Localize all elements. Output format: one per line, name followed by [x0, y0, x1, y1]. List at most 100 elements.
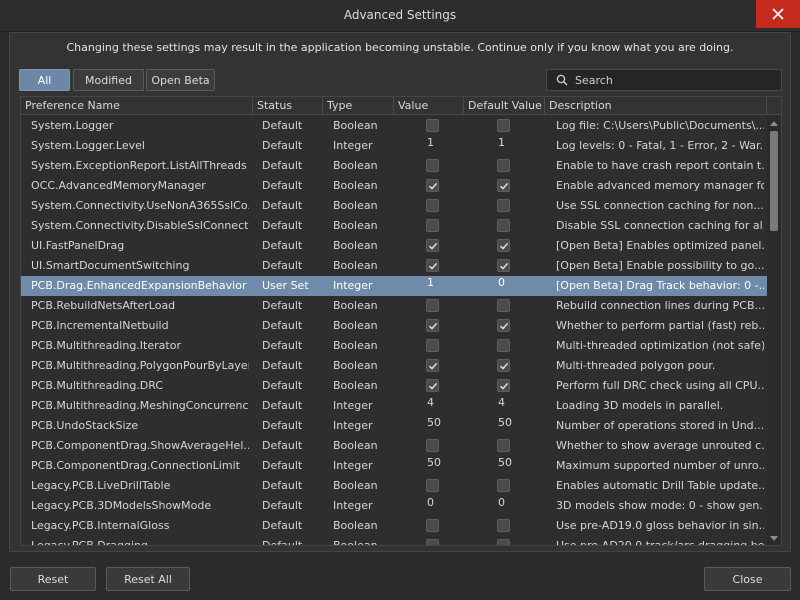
table-row[interactable]: PCB.Multithreading.Iterator Default Boolea…: [21, 336, 767, 356]
checkbox[interactable]: [497, 539, 510, 545]
filter-all-button[interactable]: All: [19, 69, 70, 91]
value-text[interactable]: 1: [498, 136, 505, 153]
value-cell[interactable]: [407, 116, 467, 136]
table-row[interactable]: System.Connectivity.DisableSslConnecti..…: [21, 216, 767, 236]
value-cell[interactable]: [407, 336, 467, 356]
column-header-description[interactable]: Description: [545, 97, 767, 115]
table-row[interactable]: PCB.Drag.EnhancedExpansionBehavior User S…: [21, 276, 767, 296]
default-value-cell[interactable]: 0: [478, 496, 538, 516]
table-row[interactable]: Legacy.PCB.LiveDrillTable Default Boolean E…: [21, 476, 767, 496]
value-text[interactable]: 0: [427, 496, 434, 513]
column-header-preference-name[interactable]: Preference Name: [21, 97, 253, 115]
value-cell[interactable]: [407, 476, 467, 496]
column-header-default-value[interactable]: Default Value: [464, 97, 545, 115]
search-input[interactable]: [575, 73, 775, 87]
value-text[interactable]: 50: [498, 456, 512, 473]
value-cell[interactable]: 50: [407, 416, 467, 436]
column-header-status[interactable]: Status: [253, 97, 323, 115]
table-row[interactable]: UI.FastPanelDrag Default Boolean [Open Beta…: [21, 236, 767, 256]
value-cell[interactable]: [407, 236, 467, 256]
checkbox[interactable]: [426, 259, 439, 272]
checkbox[interactable]: [426, 199, 439, 212]
checkbox[interactable]: [497, 199, 510, 212]
checkbox[interactable]: [497, 379, 510, 392]
checkbox[interactable]: [497, 159, 510, 172]
table-row[interactable]: System.Logger Default Boolean Log file: C:\…: [21, 116, 767, 136]
default-value-cell[interactable]: [478, 156, 538, 176]
checkbox[interactable]: [426, 159, 439, 172]
default-value-cell[interactable]: 50: [478, 456, 538, 476]
checkbox[interactable]: [426, 479, 439, 492]
value-cell[interactable]: [407, 176, 467, 196]
checkbox[interactable]: [497, 219, 510, 232]
checkbox[interactable]: [497, 359, 510, 372]
default-value-cell[interactable]: [478, 236, 538, 256]
checkbox[interactable]: [497, 519, 510, 532]
table-row[interactable]: PCB.ComponentDrag.ShowAverageHel... Defau…: [21, 436, 767, 456]
checkbox[interactable]: [497, 239, 510, 252]
checkbox[interactable]: [426, 179, 439, 192]
table-row[interactable]: UI.SmartDocumentSwitching Default Boolean […: [21, 256, 767, 276]
close-button[interactable]: Close: [704, 567, 791, 591]
default-value-cell[interactable]: [478, 116, 538, 136]
value-cell[interactable]: 1: [407, 276, 467, 296]
default-value-cell[interactable]: [478, 356, 538, 376]
value-text[interactable]: 4: [498, 396, 505, 413]
default-value-cell[interactable]: [478, 376, 538, 396]
value-cell[interactable]: [407, 516, 467, 536]
checkbox[interactable]: [426, 359, 439, 372]
table-row[interactable]: System.ExceptionReport.ListAllThreads Def…: [21, 156, 767, 176]
column-header-type[interactable]: Type: [323, 97, 394, 115]
vertical-scrollbar[interactable]: [767, 116, 781, 545]
checkbox[interactable]: [426, 339, 439, 352]
value-cell[interactable]: 0: [407, 496, 467, 516]
scrollbar-thumb[interactable]: [770, 131, 778, 231]
checkbox[interactable]: [497, 179, 510, 192]
value-cell[interactable]: [407, 436, 467, 456]
column-header-value[interactable]: Value: [394, 97, 464, 115]
value-text[interactable]: 4: [427, 396, 434, 413]
value-text[interactable]: 1: [427, 136, 434, 153]
checkbox[interactable]: [426, 379, 439, 392]
value-text[interactable]: 0: [498, 276, 505, 293]
scroll-up-icon[interactable]: [767, 116, 781, 130]
value-cell[interactable]: [407, 316, 467, 336]
checkbox[interactable]: [426, 319, 439, 332]
default-value-cell[interactable]: [478, 176, 538, 196]
value-cell[interactable]: [407, 296, 467, 316]
checkbox[interactable]: [426, 439, 439, 452]
checkbox[interactable]: [426, 239, 439, 252]
default-value-cell[interactable]: [478, 336, 538, 356]
checkbox[interactable]: [497, 119, 510, 132]
value-text[interactable]: 0: [498, 496, 505, 513]
search-box[interactable]: [546, 69, 782, 91]
default-value-cell[interactable]: [478, 316, 538, 336]
default-value-cell[interactable]: [478, 216, 538, 236]
value-cell[interactable]: [407, 376, 467, 396]
table-row[interactable]: OCC.AdvancedMemoryManager Default Boolean E…: [21, 176, 767, 196]
close-icon[interactable]: [756, 0, 800, 28]
checkbox[interactable]: [497, 479, 510, 492]
value-text[interactable]: 50: [427, 416, 441, 433]
filter-open-beta-button[interactable]: Open Beta: [146, 69, 215, 91]
filter-modified-button[interactable]: Modified: [73, 69, 144, 91]
table-row[interactable]: Legacy.PCB.InternalGloss Default Boolean Us…: [21, 516, 767, 536]
value-cell[interactable]: [407, 216, 467, 236]
default-value-cell[interactable]: [478, 516, 538, 536]
table-row[interactable]: PCB.UndoStackSize Default Integer 50 50 Numbe…: [21, 416, 767, 436]
table-row[interactable]: PCB.ComponentDrag.ConnectionLimit Default…: [21, 456, 767, 476]
table-row[interactable]: PCB.RebuildNetsAfterLoad Default Boolean Re…: [21, 296, 767, 316]
value-text[interactable]: 50: [498, 416, 512, 433]
default-value-cell[interactable]: 50: [478, 416, 538, 436]
checkbox[interactable]: [426, 219, 439, 232]
checkbox[interactable]: [497, 339, 510, 352]
checkbox[interactable]: [426, 539, 439, 545]
table-row[interactable]: System.Connectivity.UseNonA365SslCo... De…: [21, 196, 767, 216]
checkbox[interactable]: [426, 299, 439, 312]
default-value-cell[interactable]: [478, 476, 538, 496]
table-row[interactable]: PCB.Multithreading.MeshingConcurrency Def…: [21, 396, 767, 416]
value-cell[interactable]: [407, 196, 467, 216]
reset-all-button[interactable]: Reset All: [106, 567, 190, 591]
checkbox[interactable]: [497, 259, 510, 272]
default-value-cell[interactable]: [478, 536, 538, 545]
